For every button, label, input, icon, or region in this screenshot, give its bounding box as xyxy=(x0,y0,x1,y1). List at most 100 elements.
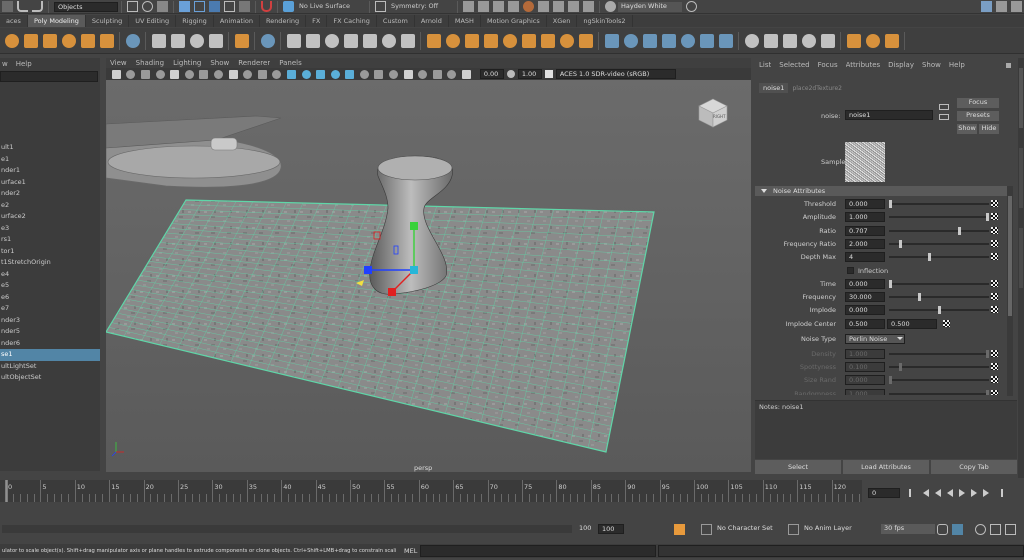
attr-slider-knob[interactable] xyxy=(986,213,989,222)
outliner-search-field[interactable] xyxy=(0,71,98,82)
step-back-key-icon[interactable] xyxy=(923,489,929,497)
outliner-menu-show[interactable]: w xyxy=(2,60,8,68)
attr-slider-knob[interactable] xyxy=(889,376,892,385)
extrude-icon[interactable] xyxy=(260,33,275,48)
shadows-icon[interactable] xyxy=(359,69,369,79)
attr-slider[interactable] xyxy=(889,239,989,248)
attr-value-field[interactable]: 30.000 xyxy=(845,292,885,303)
resolution-gate-icon[interactable] xyxy=(213,69,223,79)
grid-icon[interactable] xyxy=(189,33,204,48)
attr-slider[interactable] xyxy=(889,363,989,371)
outliner-item[interactable]: e3 xyxy=(0,223,100,235)
viewport-canvas[interactable]: RIGHT persp xyxy=(106,80,751,472)
snap-view-icon[interactable] xyxy=(239,1,250,12)
attr-value-field[interactable]: 1.000 xyxy=(845,212,885,223)
implode-center-u-field[interactable]: 0.500 xyxy=(845,318,885,329)
select-tool-icon[interactable] xyxy=(127,1,138,12)
attr-slider-knob[interactable] xyxy=(918,293,922,302)
snap-curve-icon[interactable] xyxy=(194,1,205,12)
field-chart-icon[interactable] xyxy=(243,69,253,79)
map-texture-icon[interactable] xyxy=(991,239,998,247)
go-to-input-icon[interactable] xyxy=(939,104,949,110)
sound-icon[interactable] xyxy=(952,523,963,535)
attr-value-field[interactable]: 0.707 xyxy=(845,225,885,236)
redo-icon[interactable] xyxy=(32,1,43,12)
text-icon[interactable] xyxy=(151,33,166,48)
triangulate-icon[interactable] xyxy=(559,33,574,48)
safe-action-icon[interactable] xyxy=(257,69,267,79)
snap-surface-icon[interactable] xyxy=(224,1,235,12)
smooth-brush-icon[interactable] xyxy=(801,33,816,48)
anti-alias-icon[interactable] xyxy=(403,69,413,79)
auto-seam-icon[interactable] xyxy=(623,33,638,48)
attr-slider-knob[interactable] xyxy=(986,389,989,395)
shelf-tab[interactable]: MASH xyxy=(449,15,481,27)
node-name-field[interactable]: noise1 xyxy=(845,110,933,120)
attr-value-field[interactable]: 1.000 xyxy=(845,348,885,359)
ghost-icon[interactable] xyxy=(990,523,1001,535)
time-slider[interactable]: 0 5 10 15 20 25 30 35 40 45 50 55 60 65 70 75 80 85 90 95 10… xyxy=(0,480,862,502)
outliner-item[interactable]: e7 xyxy=(0,303,100,315)
copy-tab-button[interactable]: Copy Tab xyxy=(931,460,1017,474)
viewport-menu-lighting[interactable]: Lighting xyxy=(173,59,201,67)
outliner-item[interactable]: e5 xyxy=(0,280,100,292)
shelf-tab[interactable]: FX Caching xyxy=(327,15,377,27)
render-icon[interactable] xyxy=(463,1,474,12)
shelf-tab[interactable]: ngSkinTools2 xyxy=(577,15,633,27)
viewport-menu-view[interactable]: View xyxy=(110,59,127,67)
attr-value-field[interactable]: 0.100 xyxy=(845,362,885,372)
focus-button[interactable]: Focus xyxy=(957,98,999,108)
pin-icon[interactable] xyxy=(1006,62,1011,68)
attr-slider[interactable] xyxy=(889,200,989,208)
attr-slider-knob[interactable] xyxy=(898,363,902,371)
grease-pencil-icon[interactable] xyxy=(170,69,180,79)
tool-settings-toggle-icon[interactable] xyxy=(1011,1,1022,12)
shelf-tab[interactable]: Animation xyxy=(214,15,260,27)
current-time-marker[interactable] xyxy=(5,480,8,502)
attr-value-field[interactable]: 0.000 xyxy=(845,199,885,209)
map-texture-icon[interactable] xyxy=(943,319,950,327)
cylinder-icon[interactable] xyxy=(42,33,57,48)
outliner-item[interactable]: ult1 xyxy=(0,142,100,154)
cube-icon[interactable] xyxy=(23,33,38,48)
outliner-item[interactable]: nder3 xyxy=(0,315,100,327)
attribute-editor-toggle-icon[interactable] xyxy=(981,1,992,12)
mirror-icon[interactable] xyxy=(502,33,517,48)
map-texture-icon[interactable] xyxy=(991,363,998,370)
attr-slider[interactable] xyxy=(889,306,989,315)
go-to-end-icon[interactable] xyxy=(995,489,1003,497)
torus-icon[interactable] xyxy=(80,33,95,48)
step-forward-frame-icon[interactable] xyxy=(971,489,977,497)
shelf-tab[interactable]: Motion Graphics xyxy=(481,15,547,27)
attr-slider-knob[interactable] xyxy=(898,239,902,248)
isolate-icon[interactable] xyxy=(418,69,428,79)
insert-loop-icon[interactable] xyxy=(362,33,377,48)
outliner-menu-help[interactable]: Help xyxy=(16,60,32,68)
outliner-item[interactable]: t1StretchOrigin xyxy=(0,257,100,269)
loop-icon[interactable] xyxy=(937,523,948,535)
outliner-item[interactable]: ultObjectSet xyxy=(0,372,100,384)
outliner-item[interactable]: se1 xyxy=(0,349,100,361)
shelf-tab[interactable]: Custom xyxy=(377,15,415,27)
film-gate-icon[interactable] xyxy=(199,69,209,79)
wireframe-icon[interactable] xyxy=(286,69,296,79)
map-texture-icon[interactable] xyxy=(991,226,998,234)
planar-map-icon[interactable] xyxy=(642,33,657,48)
light-editor-icon[interactable] xyxy=(568,1,579,12)
shelf-tab[interactable]: FX xyxy=(306,15,328,27)
texture-swatch[interactable] xyxy=(845,142,885,182)
anim-prefs-icon[interactable] xyxy=(1005,523,1016,535)
wireframe-on-shaded-icon[interactable] xyxy=(316,69,326,79)
attr-value-field[interactable]: 4 xyxy=(845,252,885,263)
implode-center-v-field[interactable]: 0.500 xyxy=(887,318,937,329)
map-texture-icon[interactable] xyxy=(991,279,998,287)
snap-grid-icon[interactable] xyxy=(179,1,190,12)
view-transform-dropdown[interactable]: ACES 1.0 SDR-video (sRGB) xyxy=(555,69,676,79)
attr-menu-selected[interactable]: Selected xyxy=(779,61,809,69)
merge-icon[interactable] xyxy=(286,33,301,48)
hide-button[interactable]: Hide xyxy=(979,124,999,134)
attr-value-field[interactable]: 0.000 xyxy=(845,278,885,289)
gamma-field[interactable]: 1.00 xyxy=(517,69,542,79)
attr-menu-help[interactable]: Help xyxy=(949,61,965,69)
boolean-icon[interactable] xyxy=(521,33,536,48)
